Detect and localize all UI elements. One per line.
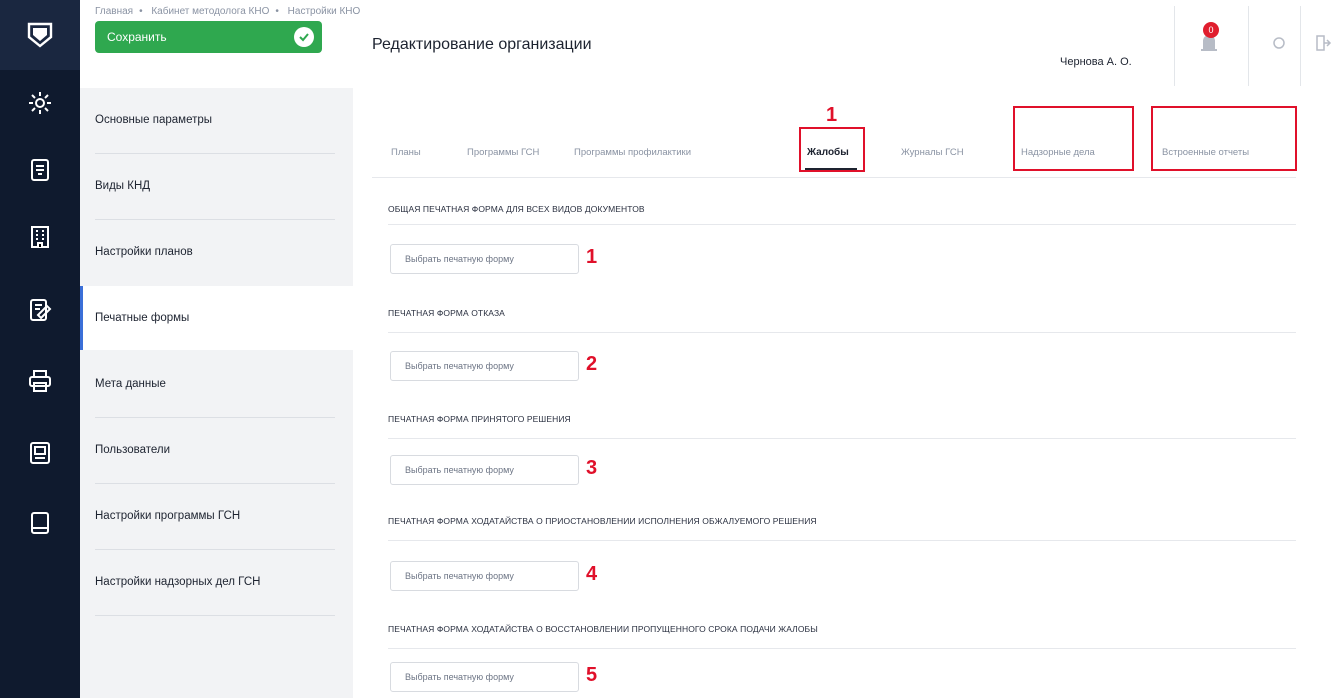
menu-item-knd-types[interactable]: Виды КНД	[80, 154, 353, 218]
logo-icon[interactable]	[0, 0, 80, 70]
notification-badge: 0	[1203, 22, 1219, 38]
menu-item-plan-settings[interactable]: Настройки планов	[80, 220, 353, 284]
menu-item-metadata[interactable]: Мета данные	[80, 352, 353, 416]
section-divider	[388, 648, 1296, 649]
menu-item-label: Печатные формы	[95, 312, 190, 324]
choose-print-form-button[interactable]: Выбрать печатную форму	[390, 351, 579, 381]
save-button-label: Сохранить	[107, 30, 167, 44]
section-title: ПЕЧАТНАЯ ФОРМА ОТКАЗА	[388, 308, 505, 318]
tabs-divider	[372, 177, 1296, 178]
settings-icon[interactable]	[1270, 34, 1288, 52]
button-label: Выбрать печатную форму	[405, 361, 514, 371]
choose-print-form-button[interactable]: Выбрать печатную форму	[390, 662, 579, 692]
highlight-box-reports	[1151, 106, 1297, 171]
save-button[interactable]: Сохранить	[95, 21, 322, 53]
breadcrumb-item-cabinet[interactable]: Кабинет методолога КНО	[151, 6, 269, 17]
menu-item-label: Настройки надзорных дел ГСН	[95, 576, 261, 588]
menu-item-gsn-program-settings[interactable]: Настройки программы ГСН	[80, 484, 353, 548]
section-title: ПЕЧАТНАЯ ФОРМА ХОДАТАЙСТВА О ВОССТАНОВЛЕ…	[388, 624, 818, 634]
menu-item-label: Основные параметры	[95, 114, 213, 126]
section-title: ПЕЧАТНАЯ ФОРМА ХОДАТАЙСТВА О ПРИОСТАНОВЛ…	[388, 516, 817, 526]
settings-menu: Основные параметры Виды КНД Настройки пл…	[80, 88, 353, 698]
document-icon[interactable]	[0, 145, 80, 195]
section-divider	[388, 224, 1296, 225]
breadcrumb-item-home[interactable]: Главная	[95, 6, 133, 17]
tab-label: Программы ГСН	[467, 146, 540, 158]
menu-item-label: Виды КНД	[95, 180, 151, 192]
menu-item-users[interactable]: Пользователи	[80, 418, 353, 482]
section-title: ОБЩАЯ ПЕЧАТНАЯ ФОРМА ДЛЯ ВСЕХ ВИДОВ ДОКУ…	[388, 204, 645, 214]
check-icon	[294, 27, 314, 47]
printer-icon[interactable]	[0, 356, 80, 406]
header-divider	[1174, 6, 1175, 86]
menu-item-label: Пользователи	[95, 444, 171, 456]
user-name[interactable]: Чернова А. О.	[1060, 56, 1132, 68]
highlight-box-supervision	[1013, 106, 1134, 171]
report-icon[interactable]	[0, 428, 80, 478]
menu-item-label: Настройки программы ГСН	[95, 510, 241, 522]
menu-divider	[95, 615, 335, 616]
edit-document-icon[interactable]	[0, 285, 80, 335]
menu-item-print-forms[interactable]: Печатные формы	[80, 286, 353, 350]
annotation-marker: 1	[826, 104, 838, 126]
icon-rail	[0, 0, 80, 698]
gear-icon[interactable]	[0, 78, 80, 128]
tab-label: Программы профилактики	[574, 146, 692, 158]
section-divider	[388, 332, 1296, 333]
choose-print-form-button[interactable]: Выбрать печатную форму	[390, 561, 579, 591]
header-divider	[1300, 6, 1301, 86]
menu-item-gsn-cases-settings[interactable]: Настройки надзорных дел ГСН	[80, 550, 353, 614]
menu-item-main-params[interactable]: Основные параметры	[80, 88, 353, 152]
button-label: Выбрать печатную форму	[405, 672, 514, 682]
section-divider	[388, 438, 1296, 439]
breadcrumb: Главная • Кабинет методолога КНО • Настрой…	[95, 6, 361, 17]
choose-print-form-button[interactable]: Выбрать печатную форму	[390, 244, 579, 274]
tab-plans[interactable]: Планы	[391, 127, 421, 177]
tab-gsn-programs[interactable]: Программы ГСН	[467, 127, 539, 177]
annotation-marker: 5	[586, 664, 598, 686]
building-icon[interactable]	[0, 212, 80, 262]
page-title: Редактирование организации	[372, 36, 592, 53]
choose-print-form-button[interactable]: Выбрать печатную форму	[390, 455, 579, 485]
button-label: Выбрать печатную форму	[405, 254, 514, 264]
book-icon[interactable]	[0, 498, 80, 548]
annotation-marker: 4	[586, 563, 598, 585]
header-divider	[1248, 6, 1249, 86]
tab-label: Планы	[391, 146, 421, 158]
highlight-box-complaints	[799, 127, 865, 172]
section-divider	[388, 540, 1296, 541]
section-title: ПЕЧАТНАЯ ФОРМА ПРИНЯТОГО РЕШЕНИЯ	[388, 414, 571, 424]
button-label: Выбрать печатную форму	[405, 571, 514, 581]
button-label: Выбрать печатную форму	[405, 465, 514, 475]
annotation-marker: 2	[586, 353, 598, 375]
menu-item-label: Мета данные	[95, 378, 166, 390]
tab-gsn-journals[interactable]: Журналы ГСН	[901, 127, 964, 177]
breadcrumb-item-settings[interactable]: Настройки КНО	[288, 6, 361, 17]
tab-prevention-programs[interactable]: Программы профилактики	[574, 127, 691, 177]
annotation-marker: 3	[586, 457, 598, 479]
annotation-marker: 1	[586, 246, 598, 268]
menu-item-label: Настройки планов	[95, 246, 193, 258]
logout-icon[interactable]	[1314, 34, 1332, 52]
tab-label: Журналы ГСН	[901, 146, 964, 158]
